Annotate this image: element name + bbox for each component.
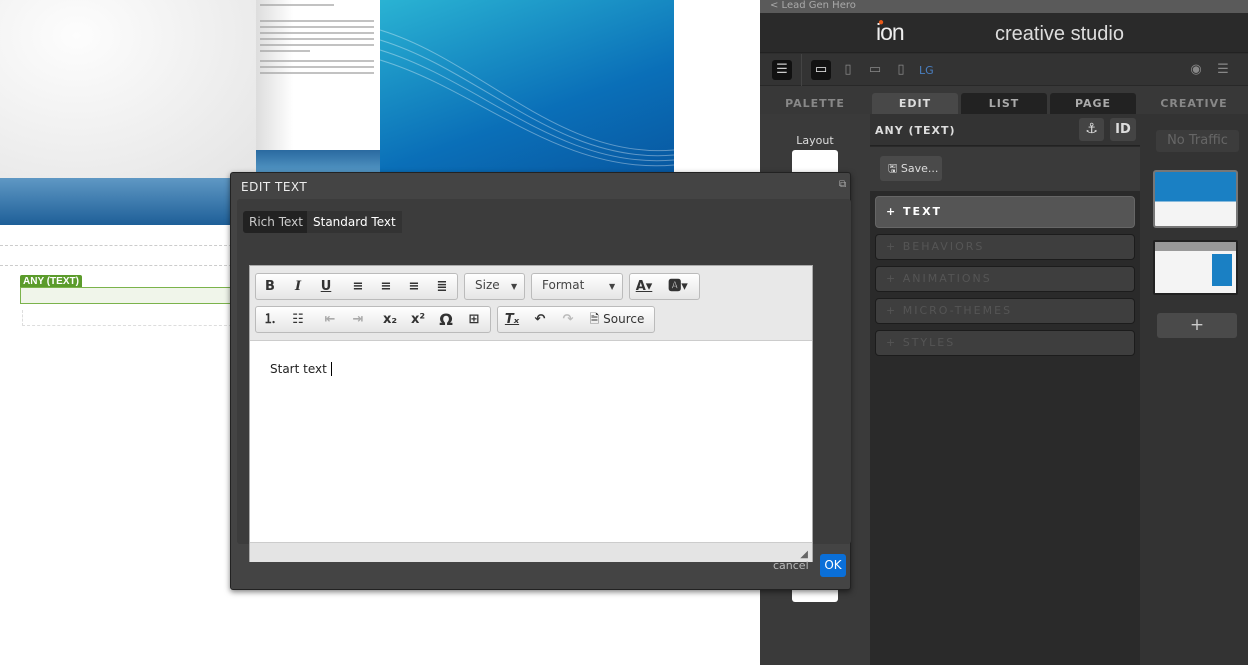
section-divider	[0, 265, 232, 266]
tab-list[interactable]: LIST	[961, 93, 1047, 114]
underline-button[interactable]: U	[316, 277, 336, 296]
align-left-icon[interactable]: ≡	[348, 277, 368, 296]
document-icon[interactable]: ☰	[1213, 60, 1233, 80]
undo-icon[interactable]: ↶	[530, 310, 550, 329]
bold-button[interactable]: B	[260, 277, 280, 296]
anchor-icon[interactable]: ⚓	[1079, 118, 1104, 141]
creative-column: No Traffic +	[1140, 114, 1248, 665]
preview-eye-icon[interactable]: ◉	[1186, 60, 1206, 80]
format-dropdown[interactable]: Format ▼	[531, 273, 623, 300]
edit-panel: ANY (TEXT) ⚓ ID 🖫 Save... + TEXT + BEHAV…	[870, 114, 1140, 665]
edit-text-dialog: EDIT TEXT ⧉ Rich Text Standard Text B I …	[230, 172, 851, 590]
numbered-list-icon[interactable]: ⒈	[260, 310, 280, 329]
background-color-icon[interactable]: 🅰▾	[668, 277, 688, 296]
remove-format-icon[interactable]: Tₓ	[502, 310, 522, 329]
header: ● ion creative studio	[760, 13, 1248, 53]
rich-text-editor: B I U ≡ ≡ ≡ ≣ Size ▼ Format ▼ A▾ 🅰▾ ⒈ ☷ ⇤ …	[249, 265, 813, 562]
cancel-link[interactable]: cancel	[773, 559, 809, 572]
superscript-icon[interactable]: x²	[408, 310, 428, 329]
size-dropdown[interactable]: Size ▼	[464, 273, 525, 300]
bullet-list-icon[interactable]: ☷	[288, 310, 308, 329]
popout-icon[interactable]: ⧉	[839, 179, 846, 190]
phone-icon[interactable]: ▯	[891, 60, 911, 80]
back-link[interactable]: < Lead Gen Hero	[760, 0, 1248, 13]
id-button[interactable]: ID	[1110, 118, 1136, 141]
source-icon: 🗎	[589, 312, 600, 326]
logo: ● ion	[876, 17, 905, 45]
section-styles[interactable]: + STYLES	[875, 330, 1135, 356]
subscript-icon[interactable]: x₂	[380, 310, 400, 329]
align-right-icon[interactable]: ≡	[404, 277, 424, 296]
page-thumbnail[interactable]	[1153, 170, 1238, 228]
page-thumbnail[interactable]	[1153, 240, 1238, 295]
editor-content[interactable]: Start text	[270, 362, 332, 376]
sidebar-tabs: PALETTE EDIT LIST PAGE CREATIVE	[760, 86, 1248, 114]
desktop-icon[interactable]: ▭	[811, 60, 831, 80]
tablet-landscape-icon[interactable]: ▭	[865, 60, 885, 80]
justify-icon[interactable]: ≣	[432, 277, 452, 296]
special-char-icon[interactable]: Ω	[436, 310, 456, 329]
tab-edit[interactable]: EDIT	[872, 93, 958, 114]
traffic-status: No Traffic	[1156, 130, 1239, 152]
ok-button[interactable]: OK	[820, 554, 846, 577]
indent-icon[interactable]: ⇥	[348, 310, 368, 329]
tablet-icon[interactable]: ▯	[838, 60, 858, 80]
section-divider	[0, 245, 232, 246]
table-icon[interactable]: ⊞	[464, 310, 484, 329]
element-title: ANY (TEXT)	[875, 124, 956, 137]
tab-rich-text[interactable]: Rich Text	[243, 211, 309, 233]
app-title: creative studio	[995, 23, 1124, 45]
tab-creative[interactable]: CREATIVE	[1140, 93, 1248, 114]
layout-toggle-icon[interactable]: ☰	[772, 60, 792, 80]
selected-text-element[interactable]	[20, 287, 232, 304]
tab-standard-text[interactable]: Standard Text	[307, 211, 402, 233]
layout-label: Layout	[796, 134, 834, 147]
tab-page[interactable]: PAGE	[1050, 93, 1136, 114]
section-behaviors[interactable]: + BEHAVIORS	[875, 234, 1135, 260]
editor-statusbar: ◢	[250, 542, 812, 562]
save-button[interactable]: 🖫 Save...	[880, 156, 942, 181]
source-button[interactable]: 🗎 Source	[586, 310, 648, 329]
add-page-button[interactable]: +	[1157, 313, 1237, 338]
save-icon: 🖫	[888, 162, 901, 175]
dialog-title: EDIT TEXT	[241, 180, 308, 194]
toolbar: ☰ ▭ ▯ ▭ ▯ LG ◉ ☰	[760, 54, 1248, 86]
section-animations[interactable]: + ANIMATIONS	[875, 266, 1135, 292]
align-center-icon[interactable]: ≡	[376, 277, 396, 296]
redo-icon[interactable]: ↷	[558, 310, 578, 329]
text-color-icon[interactable]: A▾	[634, 277, 654, 296]
outdent-icon[interactable]: ⇤	[320, 310, 340, 329]
breakpoint-label[interactable]: LG	[919, 64, 934, 77]
section-micro-themes[interactable]: + MICRO-THEMES	[875, 298, 1135, 324]
empty-element[interactable]	[22, 310, 232, 326]
editor-toolbar: B I U ≡ ≡ ≡ ≣ Size ▼ Format ▼ A▾ 🅰▾ ⒈ ☷ ⇤ …	[250, 266, 812, 341]
tab-palette[interactable]: PALETTE	[760, 93, 870, 114]
section-text[interactable]: + TEXT	[875, 196, 1135, 228]
italic-button[interactable]: I	[288, 277, 308, 296]
